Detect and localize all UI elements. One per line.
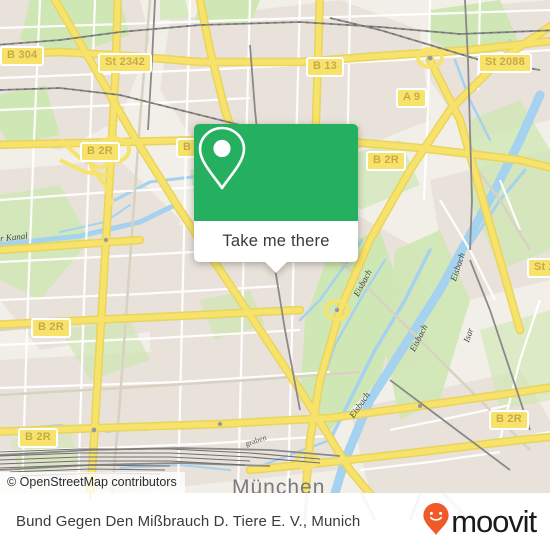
map-canvas[interactable]: B 304 St 2342 B 13 St 2088 A 9 B 2R B 2R… bbox=[0, 0, 550, 493]
popup-action-bar[interactable]: Take me there bbox=[194, 221, 358, 273]
moovit-wordmark: moovit bbox=[451, 504, 537, 539]
popup-tail bbox=[265, 262, 287, 273]
take-me-there-label: Take me there bbox=[222, 232, 330, 250]
take-me-there-popup[interactable]: Take me there bbox=[194, 124, 358, 273]
road-shield: St 2 bbox=[527, 258, 550, 278]
road-shield: St 2342 bbox=[98, 53, 152, 73]
road-shield: B 2R bbox=[18, 428, 58, 448]
moovit-logo[interactable]: moovit bbox=[422, 502, 537, 541]
map-attribution[interactable]: © OpenStreetMap contributors bbox=[0, 472, 185, 493]
footer-bar: Bund Gegen Den Mißbrauch D. Tiere E. V.,… bbox=[0, 493, 550, 550]
road-shield: B 2R bbox=[366, 151, 406, 171]
road-shield: B 304 bbox=[0, 46, 45, 66]
road-shield: B 2R bbox=[31, 318, 71, 338]
road-shield: B 2R bbox=[489, 410, 529, 430]
road-shield: A 9 bbox=[396, 88, 428, 108]
place-label-munchen: München bbox=[232, 476, 326, 493]
screenshot-root: B 304 St 2342 B 13 St 2088 A 9 B 2R B 2R… bbox=[0, 0, 550, 550]
popup-image-area bbox=[194, 124, 358, 221]
moovit-smiling-pin-icon bbox=[422, 502, 450, 541]
road-shield: B 2R bbox=[80, 142, 120, 162]
road-shield: B 13 bbox=[306, 57, 345, 77]
poi-title: Bund Gegen Den Mißbrauch D. Tiere E. V.,… bbox=[16, 513, 361, 530]
road-shield: St 2088 bbox=[478, 53, 532, 73]
